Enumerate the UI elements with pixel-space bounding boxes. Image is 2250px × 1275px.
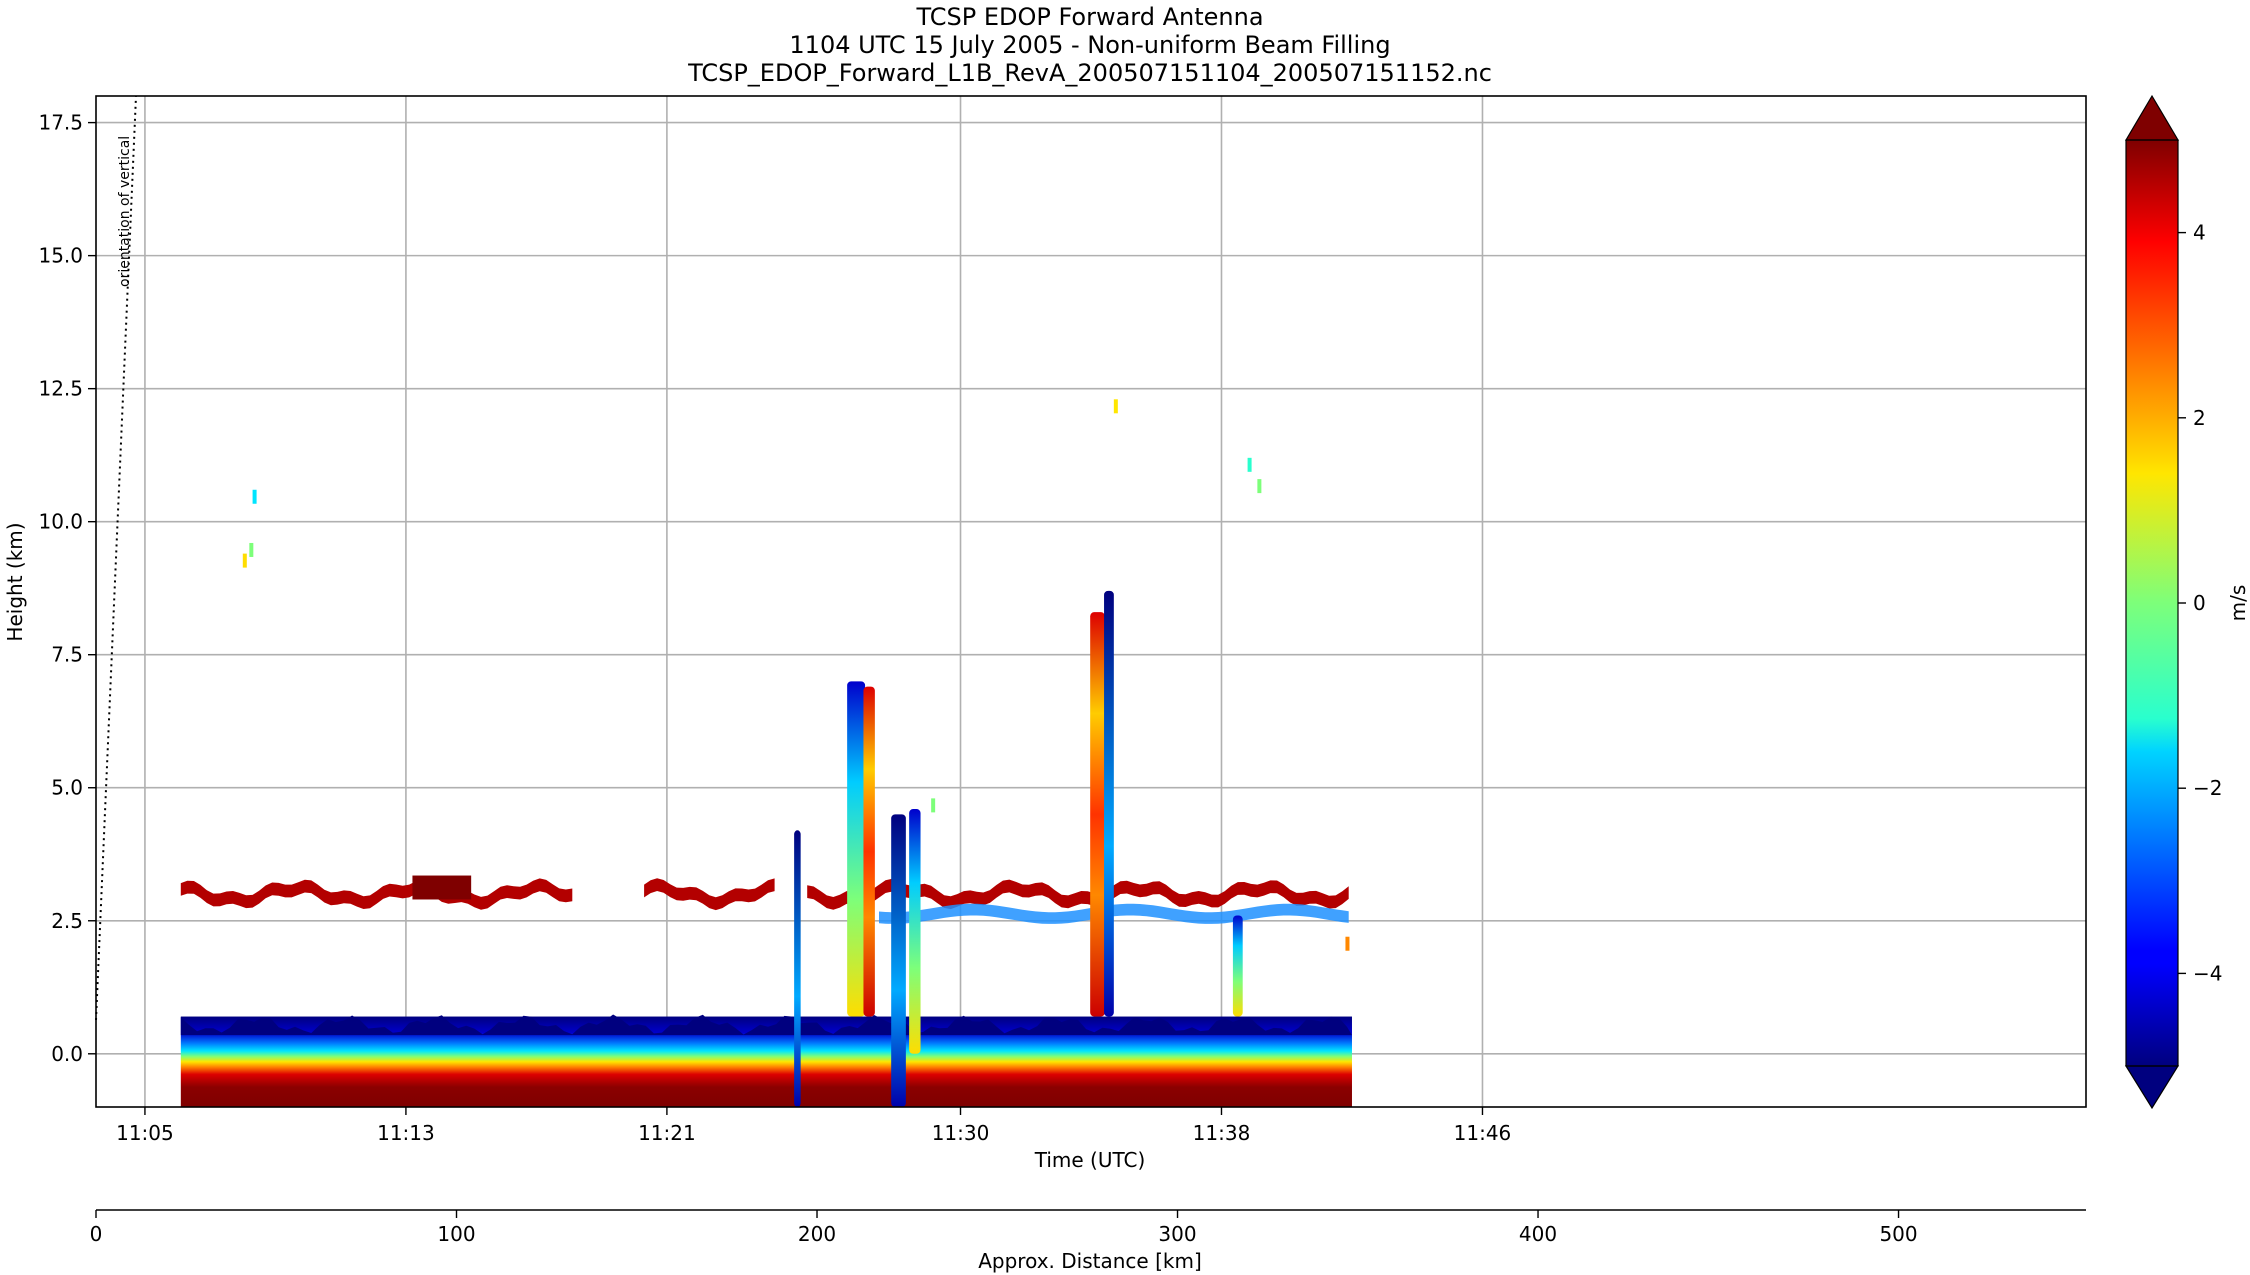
y-tick-label: 5.0 <box>51 776 83 800</box>
y-tick-label: 7.5 <box>51 643 83 667</box>
echo-speckle <box>252 489 257 504</box>
colorbar-tick-label: 0 <box>2193 591 2206 615</box>
chart-subtitle: 1104 UTC 15 July 2005 - Non-uniform Beam… <box>789 31 1390 59</box>
echo-speckle <box>1257 479 1262 494</box>
convective-cell <box>1090 612 1105 1017</box>
y-axis-label: Height (km) <box>3 522 27 641</box>
convective-cell <box>909 809 921 1054</box>
y-tick-label: 0.0 <box>51 1042 83 1066</box>
x-tick-label: 11:46 <box>1454 1121 1512 1145</box>
echo-speckle <box>1247 457 1252 472</box>
convective-cell <box>847 681 866 1017</box>
distance-tick-label: 500 <box>1879 1222 1917 1246</box>
colorbar-tick-label: −4 <box>2193 961 2222 985</box>
echo-speckle <box>931 798 936 813</box>
x-tick-label: 11:05 <box>116 1121 174 1145</box>
colorbar-gradient <box>2126 140 2178 1066</box>
y-tick-label: 2.5 <box>51 909 83 933</box>
distance-axis-label: Approx. Distance [km] <box>978 1249 1202 1273</box>
x-axis: 11:05 11:13 11:21 11:30 11:38 11:46 <box>116 1107 1511 1145</box>
echo-speckle <box>249 542 254 557</box>
colorbar-tick-label: −2 <box>2193 776 2222 800</box>
colorbar: 4 2 0 −2 −4 m/s <box>2124 94 2250 1110</box>
distance-tick-label: 400 <box>1519 1222 1557 1246</box>
distance-tick-label: 100 <box>437 1222 475 1246</box>
x-tick-label: 11:21 <box>638 1121 696 1145</box>
x-axis-label: Time (UTC) <box>1034 1148 1146 1172</box>
distance-axis: 0 100 200 300 400 500 <box>90 1210 1918 1246</box>
distance-tick-label: 200 <box>798 1222 836 1246</box>
figure: TCSP EDOP Forward Antenna 1104 UTC 15 Ju… <box>3 3 2250 1273</box>
echo-speckle <box>1345 936 1350 951</box>
convective-cell <box>794 830 801 1107</box>
distance-tick-label: 0 <box>90 1222 103 1246</box>
orientation-annotation: orientation of vertical <box>117 136 133 287</box>
echo-speckle <box>242 553 247 568</box>
convective-cell <box>863 686 875 1017</box>
colorbar-label: m/s <box>2226 585 2250 622</box>
colorbar-min-extend <box>2124 1065 2180 1110</box>
y-tick-label: 17.5 <box>38 111 83 135</box>
y-tick-label: 10.0 <box>38 510 83 534</box>
convective-cell <box>1104 590 1114 1017</box>
chart-title: TCSP EDOP Forward Antenna <box>915 3 1263 31</box>
distance-tick-label: 300 <box>1158 1222 1196 1246</box>
chart-filename: TCSP_EDOP_Forward_L1B_RevA_200507151104_… <box>687 59 1492 87</box>
convective-cell <box>891 814 906 1107</box>
y-tick-label: 12.5 <box>38 377 83 401</box>
colorbar-ticks: 4 2 0 −2 −4 <box>2178 221 2222 985</box>
x-tick-label: 11:13 <box>377 1121 435 1145</box>
y-tick-label: 15.0 <box>38 244 83 268</box>
echo-speckle <box>1113 399 1118 414</box>
y-axis: 0.0 2.5 5.0 7.5 10.0 12.5 15.0 17.5 <box>38 111 96 1066</box>
colorbar-tick-label: 4 <box>2193 221 2206 245</box>
colorbar-max-extend <box>2124 94 2180 141</box>
colorbar-tick-label: 2 <box>2193 406 2206 430</box>
melting-band-peak <box>412 875 472 900</box>
convective-cell <box>1232 915 1243 1017</box>
x-tick-label: 11:30 <box>932 1121 990 1145</box>
x-tick-label: 11:38 <box>1193 1121 1251 1145</box>
